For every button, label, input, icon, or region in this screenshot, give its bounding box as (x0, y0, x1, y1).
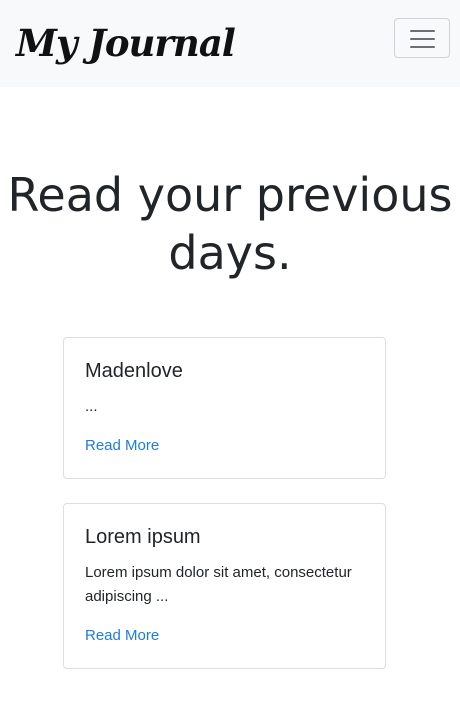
entry-excerpt: Lorem ipsum dolor sit amet, consectetur … (85, 564, 352, 605)
navbar: My Journal (0, 0, 460, 87)
hamburger-bar (410, 38, 435, 40)
read-more-link[interactable]: Read More (85, 436, 159, 456)
entry-excerpt: ... (85, 398, 98, 415)
read-more-link[interactable]: Read More (85, 626, 159, 646)
journal-entry-card: Lorem ipsum Lorem ipsum dolor sit amet, … (63, 503, 386, 669)
brand-logo[interactable]: My Journal (16, 18, 236, 68)
hamburger-bar (410, 46, 435, 48)
entry-title: Madenlove (85, 360, 183, 382)
entry-title: Lorem ipsum (85, 526, 201, 548)
hamburger-menu-icon (410, 30, 435, 48)
page-title: Read your previous days. (7, 168, 453, 280)
navbar-toggler-button[interactable] (394, 18, 450, 58)
hamburger-bar (410, 30, 435, 32)
journal-entry-card: Madenlove ... Read More (63, 337, 386, 479)
